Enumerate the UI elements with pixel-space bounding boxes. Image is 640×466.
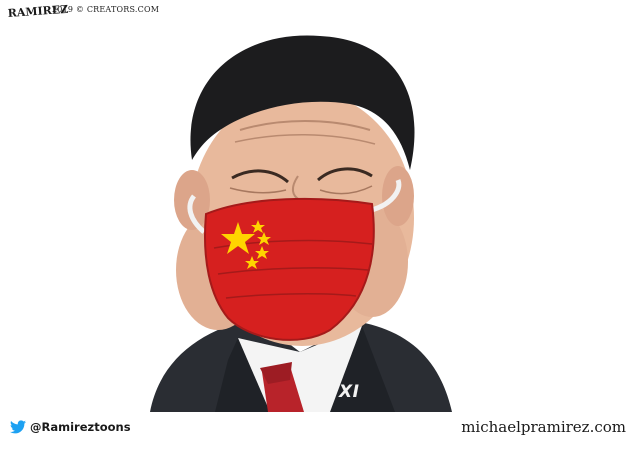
- website-link[interactable]: michaelpramirez.com: [461, 418, 626, 436]
- twitter-handle-text: @Ramireztoons: [30, 420, 131, 434]
- copyright-notice: 2019 © CREATORS.COM: [52, 5, 160, 14]
- twitter-icon: [10, 420, 26, 434]
- right-ear: [382, 166, 414, 226]
- name-label: XI: [339, 382, 360, 402]
- cartoon-illustration: RAMIREZ: [7, 3, 452, 412]
- cartoon-page: RAMIREZ 2019 © CREATORS.COM XI @Ramirezt…: [0, 0, 640, 466]
- twitter-handle[interactable]: @Ramireztoons: [10, 420, 131, 434]
